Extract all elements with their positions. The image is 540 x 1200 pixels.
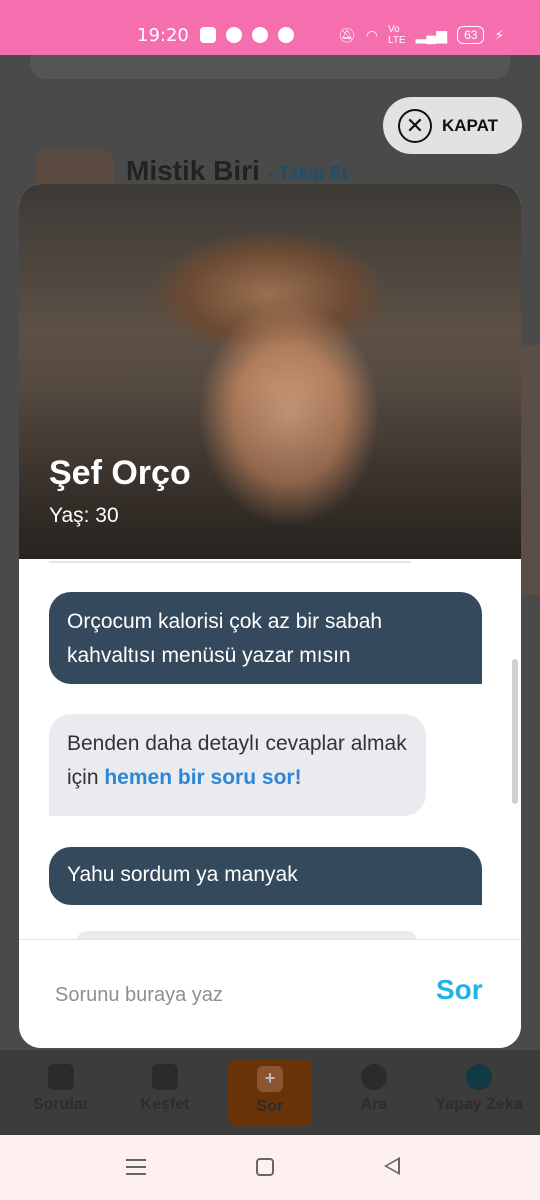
cards-icon bbox=[152, 1064, 178, 1090]
nav-item-search[interactable]: Ara bbox=[324, 1064, 424, 1114]
user-message: Yahu sordum ya manyak bbox=[49, 847, 482, 905]
close-button[interactable]: ✕ KAPAT bbox=[383, 97, 522, 154]
money-app-icon bbox=[200, 27, 216, 43]
wifi-icon: ◠ bbox=[365, 26, 378, 43]
status-bar: 19:20 🔕︎ ◠ Vo LTE ▂▄▆ 63 ⚡︎ bbox=[0, 0, 540, 55]
home-icon[interactable] bbox=[256, 1158, 274, 1176]
user-message: Orçocum kalorisi çok az bir sabah kahval… bbox=[49, 592, 482, 684]
nav-item-ai[interactable]: Yapay Zeka bbox=[424, 1064, 534, 1114]
chat-messages[interactable]: Orçocum kalorisi çok az bir sabah kahval… bbox=[19, 559, 521, 941]
ask-question-link[interactable]: hemen bir soru sor! bbox=[104, 766, 301, 789]
plus-icon: + bbox=[257, 1066, 283, 1092]
close-label: KAPAT bbox=[442, 115, 499, 135]
volte-icon: Vo LTE bbox=[388, 24, 406, 46]
status-time: 19:20 bbox=[137, 25, 189, 46]
shazam-icon bbox=[278, 27, 294, 43]
bottom-nav: Sorular Keşfet + Sor Ara Yapay Zeka bbox=[0, 1050, 540, 1135]
search-icon bbox=[361, 1064, 387, 1090]
charging-icon: ⚡︎ bbox=[494, 26, 505, 43]
close-icon: ✕ bbox=[398, 108, 432, 143]
nav-label: Sorular bbox=[32, 1096, 89, 1113]
chat-modal: Şef Orço Yaş: 30 Orçocum kalorisi çok az… bbox=[19, 184, 521, 1048]
status-indicators: 🔕︎ ◠ Vo LTE ▂▄▆ 63 ⚡︎ bbox=[338, 24, 504, 46]
divider bbox=[49, 561, 411, 563]
nav-item-ask[interactable]: + Sor bbox=[228, 1060, 312, 1126]
chat-app-icon bbox=[252, 27, 268, 43]
back-icon[interactable] bbox=[384, 1157, 400, 1175]
bot-message: Benden daha detaylı cevaplar almak için … bbox=[49, 714, 426, 816]
nav-label: Ara bbox=[360, 1096, 388, 1113]
mute-icon: 🔕︎ bbox=[338, 26, 356, 43]
ai-icon bbox=[466, 1064, 492, 1090]
question-input[interactable] bbox=[55, 978, 375, 1012]
nav-label: Keşfet bbox=[140, 1096, 190, 1113]
chef-age: Yaş: 30 bbox=[49, 504, 119, 527]
nav-item-questions[interactable]: Sorular bbox=[11, 1064, 111, 1114]
signal-icon: ▂▄▆ bbox=[415, 26, 448, 43]
telegram-icon bbox=[226, 27, 242, 43]
recent-apps-icon[interactable] bbox=[126, 1159, 146, 1175]
profile-name-background: Mistik Biri bbox=[126, 155, 260, 186]
question-bubble-icon bbox=[48, 1064, 74, 1090]
nav-label: Yapay Zeka bbox=[435, 1096, 523, 1113]
profile-hero-image: Şef Orço Yaş: 30 bbox=[19, 184, 521, 559]
send-button[interactable]: Sor bbox=[436, 974, 483, 1006]
input-bar: Sor bbox=[19, 939, 521, 1048]
battery-icon: 63 bbox=[457, 26, 485, 44]
background-image-edge bbox=[521, 345, 540, 595]
background-card bbox=[30, 55, 510, 79]
system-nav-bar bbox=[0, 1135, 540, 1200]
nav-label: Sor bbox=[256, 1098, 284, 1115]
nav-item-discover[interactable]: Keşfet bbox=[115, 1064, 215, 1114]
scrollbar[interactable] bbox=[512, 659, 518, 804]
chef-name: Şef Orço bbox=[49, 454, 191, 492]
follow-link[interactable]: - Takip Et bbox=[268, 163, 348, 184]
